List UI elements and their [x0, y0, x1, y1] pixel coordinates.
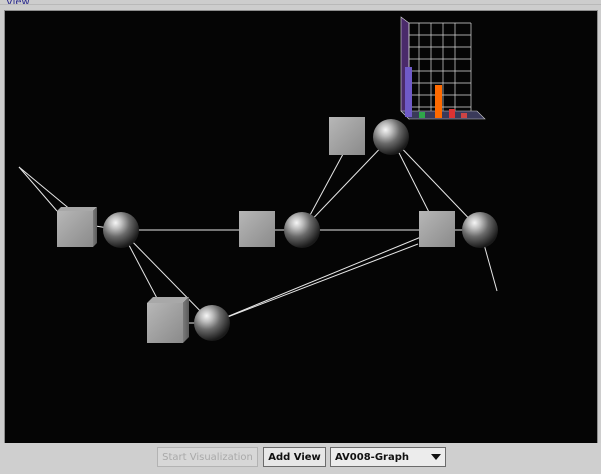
graph-viewport[interactable]	[4, 10, 598, 444]
sphere-node	[284, 212, 320, 248]
sphere-node	[103, 212, 139, 248]
box-node-side	[93, 207, 97, 247]
chart-bar	[435, 85, 442, 118]
chevron-down-icon[interactable]	[431, 454, 441, 460]
add-view-button[interactable]: Add View	[263, 447, 326, 467]
start-visualization-button[interactable]: Start Visualization	[157, 447, 258, 467]
box-node	[57, 211, 93, 247]
box-node-top	[147, 297, 189, 303]
sphere-node	[373, 119, 409, 155]
box-node	[329, 117, 365, 155]
edge-line	[211, 243, 419, 324]
view-select[interactable]: AV008-Graph	[330, 447, 446, 467]
graph-scene[interactable]	[5, 11, 597, 443]
mini-3d-chart	[400, 16, 486, 120]
box-node	[147, 303, 183, 343]
bottom-toolbar: Start Visualization Add View AV008-Graph	[0, 443, 601, 474]
box-node	[419, 211, 455, 247]
box-node-top	[57, 207, 97, 211]
panel-border	[0, 4, 601, 5]
chart-floor	[400, 110, 486, 120]
box-node	[239, 211, 275, 247]
view-select-value: AV008-Graph	[335, 451, 409, 463]
chart-bar	[449, 109, 455, 118]
sphere-node	[462, 212, 498, 248]
chart-bar	[405, 67, 412, 117]
edge-line	[18, 166, 58, 212]
chart-bar	[419, 112, 425, 118]
chart-bar	[461, 113, 467, 118]
box-node-side	[183, 297, 189, 343]
sphere-node	[194, 305, 230, 341]
